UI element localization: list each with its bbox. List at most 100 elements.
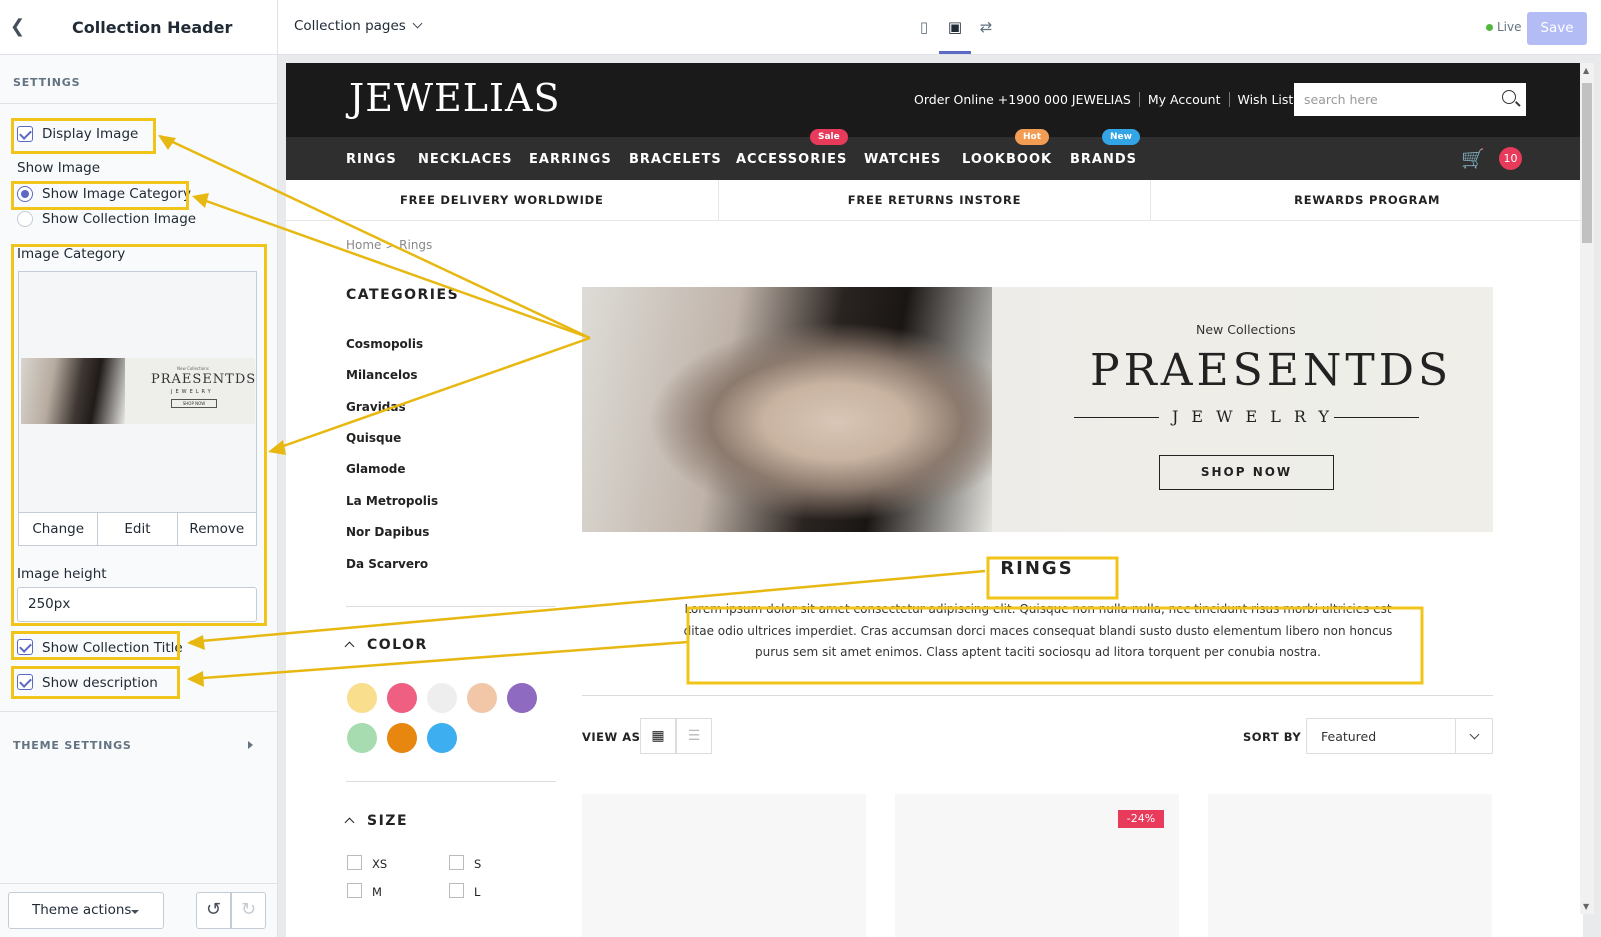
store-search-input[interactable]: search here (1294, 83, 1526, 116)
color-filter-title[interactable]: COLOR (344, 637, 428, 653)
menu-brands-label: BRANDS (1070, 152, 1138, 167)
settings-section-label: SETTINGS (13, 76, 81, 89)
caret-down-icon (131, 910, 139, 914)
breadcrumb-home[interactable]: Home (346, 238, 381, 252)
top-links: Order Online +1900 000 JEWELIAS My Accoun… (906, 92, 1308, 107)
size-xs-label: XS (372, 857, 388, 871)
size-filter-label: SIZE (367, 813, 409, 829)
search-icon[interactable] (1502, 90, 1516, 104)
size-m-label: M (372, 885, 382, 899)
grid-view-icon[interactable]: ▦ (640, 718, 676, 754)
divider (0, 103, 277, 104)
store-header: JEWELIAS Order Online +1900 000 JEWELIAS… (286, 63, 1583, 137)
desktop-view-icon[interactable]: ▣ (940, 12, 970, 42)
size-filter-title[interactable]: SIZE (344, 813, 409, 829)
color-swatch[interactable] (347, 723, 377, 753)
menu-brands[interactable]: BRANDS New (1070, 129, 1140, 167)
chevron-up-icon (344, 817, 355, 828)
color-swatch[interactable] (467, 683, 497, 713)
scroll-up-icon[interactable]: ▲ (1583, 66, 1589, 75)
promo-delivery: FREE DELIVERY WORLDWIDE (286, 180, 719, 220)
my-account-link[interactable]: My Account (1138, 92, 1229, 107)
category-item[interactable]: Gravidas (346, 400, 406, 414)
size-l-checkbox[interactable] (449, 883, 464, 898)
color-swatch[interactable] (387, 723, 417, 753)
store-logo[interactable]: JEWELIAS (349, 76, 561, 120)
fullscreen-view-icon[interactable]: ⇄ (971, 12, 1001, 42)
category-item[interactable]: Glamode (346, 462, 406, 476)
panel-footer: Theme actions ↺ ↻ (0, 883, 277, 937)
category-item[interactable]: La Metropolis (346, 494, 438, 508)
breadcrumb: Home > Rings (346, 238, 432, 252)
back-arrow-icon[interactable]: ❮ (10, 16, 30, 38)
save-button[interactable]: Save (1527, 12, 1587, 45)
view-as-label: VIEW AS (582, 730, 641, 744)
sale-badge: Sale (810, 129, 848, 145)
category-item[interactable]: Da Scarvero (346, 557, 428, 571)
page-type-select[interactable]: Collection pages (294, 18, 423, 34)
banner-rule (1074, 417, 1159, 418)
preview-scrollbar[interactable]: ▲ ▼ (1580, 63, 1594, 914)
menu-bracelets[interactable]: BRACELETS (629, 152, 722, 167)
sort-value: Featured (1321, 729, 1377, 744)
chevron-down-icon (1469, 729, 1480, 740)
collection-banner: New Collections PRAESENTDS JEWELRY SHOP … (582, 287, 1493, 532)
highlight-image-category-radio (11, 181, 189, 210)
editor-topbar: Collection pages ▯ ▣ ⇄ Live Save (278, 0, 1601, 55)
divider (346, 606, 556, 607)
highlight-image-category (11, 244, 267, 626)
menu-earrings[interactable]: EARRINGS (529, 152, 612, 167)
search-placeholder: search here (1304, 92, 1378, 107)
size-s-label: S (474, 857, 482, 871)
discount-badge: -24% (1118, 810, 1164, 828)
theme-settings-link[interactable]: THEME SETTINGS (13, 739, 132, 752)
category-item[interactable]: Nor Dapibus (346, 525, 429, 539)
undo-icon[interactable]: ↺ (196, 892, 231, 929)
hot-badge: Hot (1015, 129, 1050, 145)
menu-accessories[interactable]: ACCESSORIES Sale (736, 129, 848, 167)
banner-small-text: New Collections (1196, 322, 1296, 337)
size-l-label: L (474, 885, 481, 899)
sort-select[interactable]: Featured (1306, 718, 1493, 754)
redo-icon[interactable]: ↻ (231, 892, 266, 929)
live-label: Live (1497, 20, 1522, 34)
scrollbar-thumb[interactable] (1582, 83, 1592, 243)
size-xs-checkbox[interactable] (347, 855, 362, 870)
color-swatch[interactable] (427, 723, 457, 753)
mobile-view-icon[interactable]: ▯ (909, 12, 939, 42)
active-view-indicator (939, 51, 971, 54)
menu-accessories-label: ACCESSORIES (736, 152, 848, 167)
menu-lookbook[interactable]: LOOKBOOK Hot (962, 129, 1052, 167)
category-item[interactable]: Cosmopolis (346, 337, 423, 351)
show-image-label: Show Image (17, 160, 100, 176)
size-m-checkbox[interactable] (347, 883, 362, 898)
new-badge: New (1102, 129, 1140, 145)
panel-title: Collection Header (72, 18, 233, 37)
color-swatch[interactable] (427, 683, 457, 713)
list-view-icon[interactable]: ☰ (676, 718, 712, 754)
order-online-link[interactable]: Order Online +1900 000 JEWELIAS (906, 92, 1139, 107)
category-item[interactable]: Quisque (346, 431, 401, 445)
product-card[interactable] (1208, 794, 1492, 937)
color-swatch[interactable] (507, 683, 537, 713)
color-swatch[interactable] (347, 683, 377, 713)
highlight-description (11, 666, 180, 699)
category-item[interactable]: Milancelos (346, 368, 418, 382)
show-collection-image-radio[interactable] (17, 211, 33, 227)
breadcrumb-separator: > (385, 238, 396, 252)
caret-right-icon (248, 741, 253, 749)
banner-rule (1334, 417, 1419, 418)
store-preview: JEWELIAS Order Online +1900 000 JEWELIAS… (286, 63, 1583, 937)
cart-icon[interactable]: 🛒 (1461, 147, 1485, 170)
categories-title: CATEGORIES (346, 287, 460, 303)
color-swatch[interactable] (387, 683, 417, 713)
shop-now-button[interactable]: SHOP NOW (1159, 455, 1334, 490)
menu-rings[interactable]: RINGS (346, 152, 397, 167)
chevron-up-icon (344, 641, 355, 652)
product-card[interactable] (582, 794, 866, 937)
scroll-down-icon[interactable]: ▼ (1583, 902, 1589, 911)
size-s-checkbox[interactable] (449, 855, 464, 870)
menu-watches[interactable]: WATCHES (864, 152, 941, 167)
theme-actions-button[interactable]: Theme actions (8, 892, 164, 929)
menu-necklaces[interactable]: NECKLACES (418, 152, 513, 167)
